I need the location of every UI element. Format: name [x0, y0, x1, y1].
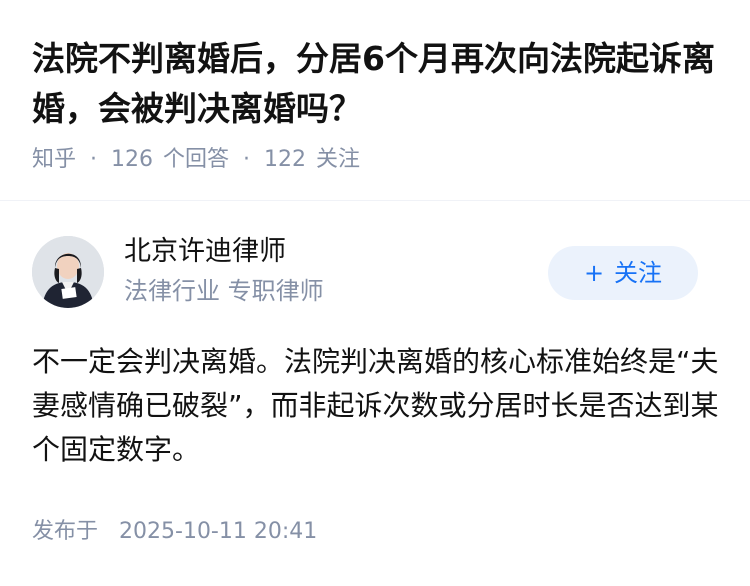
question-meta: 知乎 · 126 个回答 · 122 关注 — [32, 140, 360, 180]
author-name[interactable]: 北京许迪律师 — [124, 234, 286, 270]
separator-dot: · — [90, 147, 98, 172]
answer-content[interactable]: 不一定会判决离婚。法院判决离婚的核心标准始终是“夫妻感情确已破裂”，而非起诉次数… — [32, 340, 722, 472]
separator-dot: · — [243, 147, 251, 172]
followers-count[interactable]: 122 — [264, 140, 306, 180]
question-title[interactable]: 法院不判离婚后，分居6个月再次向法院起诉离婚，会被判决离婚吗？ — [32, 34, 722, 134]
followers-label[interactable]: 关注 — [316, 140, 360, 180]
follow-button[interactable]: + 关注 — [548, 246, 698, 300]
avatar-image — [32, 236, 104, 308]
author-headline: 法律行业 专职律师 — [124, 277, 324, 305]
published-label: 发布于 — [32, 519, 99, 544]
answers-label[interactable]: 个回答 — [163, 140, 229, 180]
follow-label: 关注 — [614, 259, 663, 287]
plus-icon: + — [583, 259, 605, 287]
source-label[interactable]: 知乎 — [32, 140, 76, 180]
author-card: 北京许迪律师 法律行业 专职律师 + 关注 — [32, 236, 718, 312]
section-divider — [0, 200, 750, 201]
avatar[interactable] — [32, 236, 104, 308]
question-header: 法院不判离婚后，分居6个月再次向法院起诉离婚，会被判决离婚吗？ — [32, 34, 722, 134]
answers-count[interactable]: 126 — [111, 140, 153, 180]
publish-info: 发布于 2025-10-11 20:41 — [32, 514, 317, 550]
published-time: 2025-10-11 20:41 — [119, 519, 318, 544]
